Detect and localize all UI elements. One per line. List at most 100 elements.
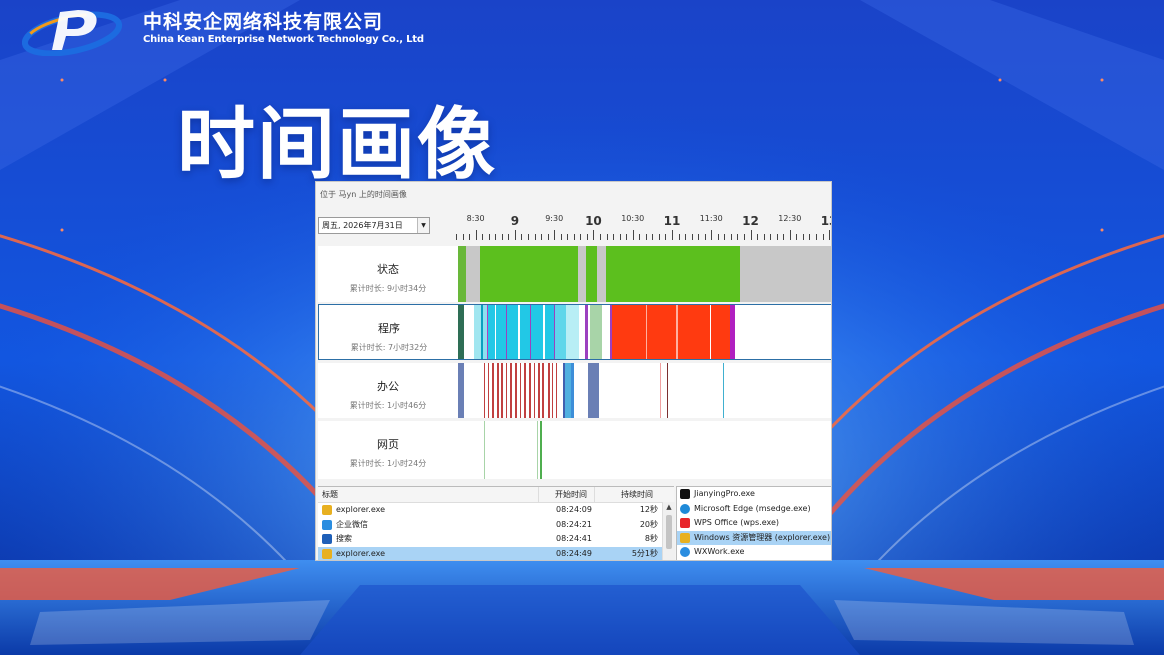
table-row[interactable]: explorer.exe 08:24:49 5分1秒 — [318, 546, 674, 560]
office-segment[interactable] — [529, 363, 531, 418]
chevron-down-icon[interactable]: ▼ — [417, 218, 429, 233]
row-web[interactable]: 网页 累计时长: 1小时24分 — [318, 421, 831, 479]
status-segment[interactable] — [578, 246, 587, 302]
office-segment[interactable] — [555, 363, 558, 418]
status-segment[interactable] — [479, 246, 579, 302]
office-segment[interactable] — [538, 363, 541, 418]
program-segment[interactable] — [711, 305, 730, 359]
table-row[interactable]: 企业微信 08:24:21 20秒 — [318, 518, 674, 533]
program-segment[interactable] — [585, 305, 589, 359]
office-segment[interactable] — [505, 363, 508, 418]
timeline-tick — [613, 234, 615, 240]
app-list-item[interactable]: Windows 资源管理器 (explorer.exe) — [677, 530, 831, 545]
timeline-tick — [698, 234, 700, 240]
office-segment[interactable] — [510, 363, 512, 418]
office-track[interactable] — [458, 363, 831, 418]
office-segment[interactable] — [487, 363, 490, 418]
folder-icon — [322, 548, 332, 559]
timeline-tick — [632, 230, 634, 240]
program-segment[interactable] — [677, 305, 710, 359]
timeline-tick — [757, 234, 759, 240]
office-segment[interactable] — [542, 363, 544, 418]
timeline-tick — [770, 234, 772, 240]
program-segment[interactable] — [531, 305, 543, 359]
timeline-tick — [829, 230, 831, 240]
status-segment[interactable] — [740, 246, 831, 302]
office-segment[interactable] — [551, 363, 554, 418]
row-office-total: 累计时长: 1小时46分 — [349, 401, 427, 410]
program-segment[interactable] — [565, 305, 579, 359]
status-track[interactable] — [458, 246, 831, 302]
office-segment[interactable] — [659, 363, 662, 418]
status-segment[interactable] — [586, 246, 598, 302]
office-segment[interactable] — [587, 363, 599, 418]
program-segment[interactable] — [473, 305, 482, 359]
office-segment[interactable] — [524, 363, 526, 418]
web-segment[interactable] — [536, 421, 539, 479]
office-segment[interactable] — [515, 363, 517, 418]
office-segment[interactable] — [483, 363, 486, 418]
col-start[interactable]: 开始时间 — [555, 487, 587, 502]
office-segment[interactable] — [492, 363, 494, 418]
app-label: Microsoft Edge (msedge.exe) — [694, 503, 811, 513]
col-duration[interactable]: 持续时间 — [621, 487, 653, 502]
program-segment[interactable] — [496, 305, 506, 359]
timeline-tick — [541, 234, 543, 240]
date-select[interactable]: 周五, 2026年7月31日 ▼ — [318, 217, 430, 234]
program-segment[interactable] — [458, 305, 465, 359]
table-row[interactable]: 搜索 08:24:41 8秒 — [318, 532, 674, 547]
program-track[interactable] — [458, 305, 831, 359]
office-segment[interactable] — [666, 363, 669, 418]
scroll-thumb[interactable] — [666, 515, 672, 549]
page-headline: 时间画像 — [177, 100, 498, 190]
col-title[interactable]: 标题 — [322, 487, 338, 502]
program-segment[interactable] — [612, 305, 646, 359]
office-segment[interactable] — [500, 363, 503, 418]
status-segment[interactable] — [597, 246, 607, 302]
timeline-tick — [717, 234, 719, 240]
table-scrollbar[interactable]: ▲ — [662, 502, 675, 560]
row-status[interactable]: 状态 累计时长: 9小时34分 — [318, 246, 831, 302]
status-segment[interactable] — [465, 246, 480, 302]
office-segment[interactable] — [533, 363, 536, 418]
program-segment[interactable] — [590, 305, 603, 359]
wxwork-icon — [322, 519, 332, 530]
office-segment[interactable] — [722, 363, 725, 418]
app-list-item[interactable]: WXWork.exe — [677, 545, 831, 560]
table-row[interactable]: explorer.exe 08:24:09 12秒 — [318, 503, 674, 518]
timeline-tick — [521, 234, 523, 240]
status-segment[interactable] — [458, 246, 466, 302]
company-logo-icon — [22, 10, 123, 56]
office-segment[interactable] — [570, 363, 574, 418]
program-segment[interactable] — [647, 305, 677, 359]
timeline-tick — [776, 234, 778, 240]
timeline-label: 13 — [820, 214, 831, 228]
timeline-tick — [534, 234, 536, 240]
row-program[interactable]: 程序 累计时长: 7小时32分 — [318, 304, 831, 360]
program-segment[interactable] — [555, 305, 566, 359]
office-segment[interactable] — [547, 363, 551, 418]
app-list-item[interactable]: JianyingPro.exe — [677, 487, 831, 502]
app-list-item[interactable]: WPS Office (wps.exe) — [677, 516, 831, 531]
timeline-tick — [783, 234, 785, 240]
timeline-ruler: 8:30 9 9:30 10 10:30 11 11:30 12 12:30 13 — [456, 210, 831, 244]
office-segment[interactable] — [458, 363, 465, 418]
app-list-item[interactable]: Microsoft Edge (msedge.exe) — [677, 502, 831, 517]
row-web-name: 网页 — [377, 438, 399, 451]
col-divider — [594, 487, 596, 502]
web-segment[interactable] — [540, 421, 543, 479]
program-segment[interactable] — [519, 305, 530, 359]
cell-start: 08:24:09 — [556, 505, 592, 514]
timeline-tick — [711, 230, 713, 240]
scroll-up-icon[interactable]: ▲ — [663, 502, 675, 512]
program-segment[interactable] — [545, 305, 554, 359]
timeline-tick — [665, 234, 667, 240]
web-track[interactable] — [458, 421, 831, 479]
row-office[interactable]: 办公 累计时长: 1小时46分 — [318, 363, 831, 418]
status-segment[interactable] — [606, 246, 741, 302]
office-segment[interactable] — [497, 363, 499, 418]
program-segment[interactable] — [729, 305, 736, 359]
web-segment[interactable] — [483, 421, 486, 479]
program-segment[interactable] — [507, 305, 518, 359]
office-segment[interactable] — [519, 363, 522, 418]
